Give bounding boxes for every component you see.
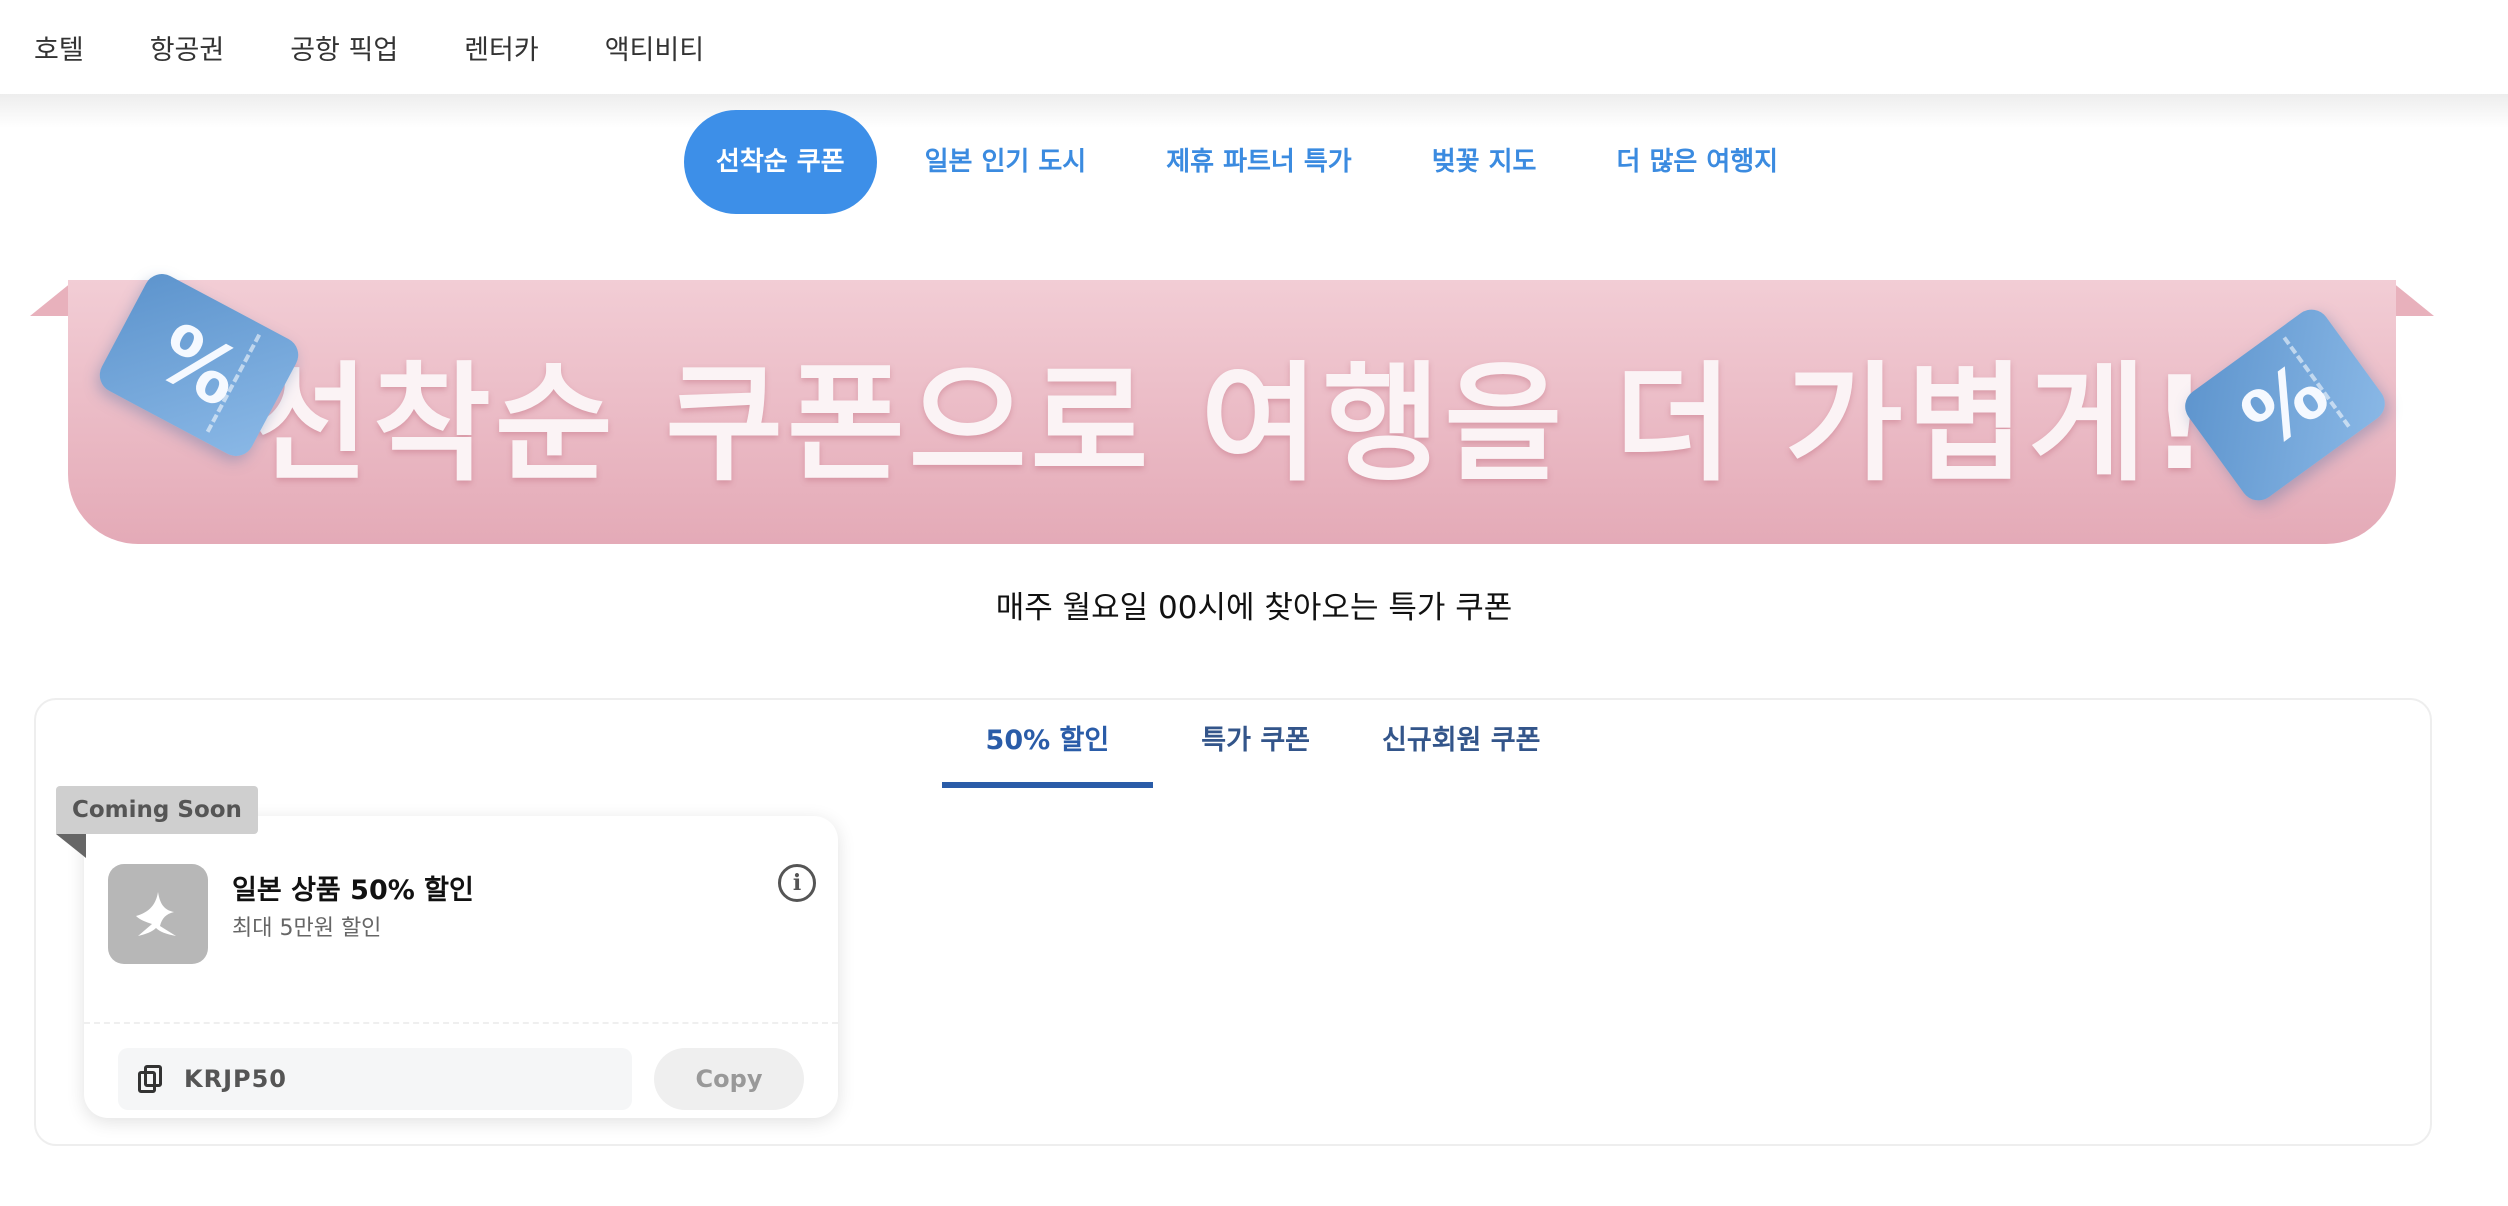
tab-50-percent-off[interactable]: 50% 할인 <box>941 700 1154 788</box>
tab-new-member-coupon[interactable]: 신규회원 쿠폰 <box>1358 700 1564 788</box>
coupon-subtitle: 최대 5만원 할인 <box>232 916 382 941</box>
card-divider <box>84 1022 838 1024</box>
tab-special-coupon[interactable]: 특가 쿠폰 <box>1177 700 1334 788</box>
badge-fold <box>56 834 86 858</box>
nav-item-rental-car[interactable]: 렌터카 <box>464 28 539 67</box>
promo-banner: 선착순 쿠폰으로 여행을 더 가볍게! % % <box>30 267 2434 546</box>
coming-soon-badge: Coming Soon <box>56 786 258 834</box>
brand-logo <box>108 864 208 964</box>
tab-partner-deals[interactable]: 제휴 파트너 특가 <box>1134 110 1384 214</box>
percent-icon: % <box>2225 343 2345 467</box>
nav-item-airport-pickup[interactable]: 공항 픽업 <box>290 28 398 67</box>
percent-icon: % <box>141 305 257 425</box>
nav-item-flights[interactable]: 항공권 <box>150 28 225 67</box>
top-navigation: 호텔 항공권 공항 픽업 렌터카 액티비티 <box>0 0 2508 94</box>
coupon-code: KRJP50 <box>184 1065 287 1093</box>
tab-first-come-coupon[interactable]: 선착순 쿠폰 <box>683 110 877 214</box>
coupon-card: 일본 상품 50% 할인 최대 5만원 할인 i KRJP50 Copy <box>84 816 838 1118</box>
banner-fold-left <box>30 282 72 316</box>
banner-headline: 선착순 쿠폰으로 여행을 더 가볍게! <box>251 349 2213 499</box>
bird-logo-icon <box>136 892 176 936</box>
tab-cherry-blossom-map[interactable]: 벚꽃 지도 <box>1400 110 1569 214</box>
nav-item-activities[interactable]: 액티비티 <box>605 28 704 67</box>
info-icon[interactable]: i <box>778 864 816 902</box>
coupon-section: 50% 할인 특가 쿠폰 신규회원 쿠폰 일본 상품 50% 할인 최대 5만원… <box>34 698 2432 1146</box>
nav-item-hotel[interactable]: 호텔 <box>34 28 84 67</box>
copy-button[interactable]: Copy <box>654 1048 804 1110</box>
coupon-title: 일본 상품 50% 할인 <box>232 875 474 906</box>
coupon-tabs: 50% 할인 특가 쿠폰 신규회원 쿠폰 <box>36 700 2430 790</box>
tab-japan-popular-cities[interactable]: 일본 인기 도시 <box>893 110 1119 214</box>
banner-fold-right <box>2392 282 2434 316</box>
category-pill-tabs: 선착순 쿠폰 일본 인기 도시 제휴 파트너 특가 벚꽃 지도 더 많은 여행지 <box>0 110 2508 214</box>
banner-ribbon: 선착순 쿠폰으로 여행을 더 가볍게! <box>68 280 2396 544</box>
tab-more-destinations[interactable]: 더 많은 여행지 <box>1584 110 1810 214</box>
section-subtitle: 매주 월요일 00시에 찾아오는 특가 쿠폰 <box>995 590 1513 626</box>
coupon-code-field[interactable]: KRJP50 <box>118 1048 632 1110</box>
copy-icon <box>134 1064 164 1094</box>
